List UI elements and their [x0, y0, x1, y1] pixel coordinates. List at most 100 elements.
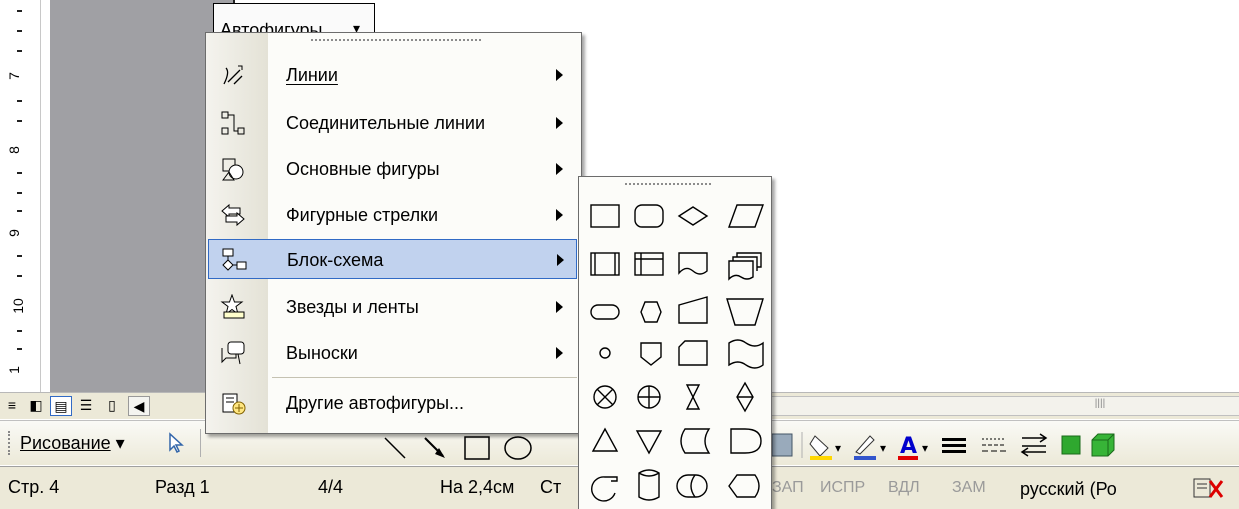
- status-line: Ст: [540, 477, 562, 497]
- line-color-icon: [855, 435, 875, 455]
- status-language[interactable]: русский (Ро: [1020, 479, 1117, 500]
- select-objects-icon[interactable]: [164, 431, 188, 455]
- flowchart-card-icon: [678, 340, 708, 366]
- spelling-status-icon[interactable]: [1192, 475, 1228, 501]
- oval-tool-icon: [504, 436, 532, 460]
- arrow-style-icon: [1020, 433, 1048, 457]
- callouts-icon: [220, 340, 246, 366]
- ruler-tick: [17, 172, 22, 174]
- connectors-icon: [220, 110, 246, 136]
- flowchart-sequential-access-storage-icon: [591, 476, 618, 502]
- scroll-thumb[interactable]: ||||: [1085, 398, 1115, 412]
- print-layout-icon[interactable]: ▤: [50, 396, 72, 416]
- svg-text:▾: ▾: [835, 441, 841, 455]
- outline-view-icon[interactable]: ☰: [76, 396, 96, 414]
- flowchart-shapes-grid: [590, 204, 764, 502]
- reading-layout-icon[interactable]: ▯: [102, 396, 122, 414]
- ruler-tick: [17, 30, 22, 32]
- menu-item-basic-shapes[interactable]: Основные фигуры: [208, 149, 577, 189]
- horizontal-scrollbar[interactable]: [770, 396, 1239, 416]
- status-position: На 2,4см: [440, 477, 515, 497]
- ruler-tick: [17, 210, 22, 212]
- menu-item-label: Другие автофигуры...: [286, 393, 465, 413]
- toolbar-separator: [200, 429, 201, 457]
- status-rec[interactable]: ЗАП: [772, 479, 804, 497]
- clipart-icon: [771, 433, 793, 457]
- ruler-tick: [17, 275, 22, 277]
- status-ovr[interactable]: ЗАМ: [952, 479, 986, 497]
- menu-item-callouts[interactable]: Выноски: [208, 333, 577, 373]
- submenu-arrow-icon: [556, 301, 563, 313]
- normal-view-icon[interactable]: ≡: [2, 396, 22, 414]
- menu-item-label: Соединительные линии: [286, 113, 486, 133]
- menu-item-lines[interactable]: Линии: [208, 55, 577, 95]
- ruler-tick: [17, 10, 22, 12]
- status-ext[interactable]: ВДЛ: [888, 479, 920, 497]
- flowchart-preparation-icon: [640, 301, 662, 323]
- menu-grip[interactable]: [311, 39, 481, 44]
- flowchart-magnetic-disk-icon: [638, 469, 660, 501]
- menu-item-label: Основные фигуры: [286, 159, 440, 179]
- flowchart-data-icon: [728, 204, 764, 228]
- vertical-ruler: 7 8 9 10 1: [0, 0, 41, 392]
- ruler-number: 10: [9, 298, 26, 314]
- menu-item-label: Выноски: [286, 343, 358, 363]
- flowchart-manual-input-icon: [678, 296, 708, 324]
- font-color-icon: A: [900, 434, 917, 459]
- submenu-arrow-icon: [556, 163, 563, 175]
- block-arrows-icon: [220, 202, 246, 228]
- flowchart-document-icon: [678, 252, 708, 275]
- scroll-left-button[interactable]: ◀: [128, 396, 150, 416]
- status-section: Разд 1: [155, 477, 210, 497]
- flowchart-direct-access-storage-icon: [676, 474, 708, 498]
- status-trk[interactable]: ИСПР: [820, 479, 865, 497]
- submenu-arrow-icon: [556, 117, 563, 129]
- drawing-tools-right: ▾ ▾ A ▾: [771, 432, 1115, 460]
- menu-item-more-autoshapes[interactable]: Другие автофигуры...: [208, 383, 577, 423]
- ruler-number: 7: [5, 72, 22, 80]
- flowchart-punched-tape-icon: [728, 339, 764, 369]
- more-autoshapes-icon: [220, 390, 246, 416]
- menu-item-stars-banners[interactable]: Звезды и ленты: [208, 287, 577, 327]
- flowchart-merge-icon: [635, 430, 663, 455]
- flowchart-manual-operation-icon: [726, 298, 764, 326]
- autoshapes-menu: Линии Соединительные линии Основные фигу…: [205, 32, 582, 434]
- lines-icon: [220, 62, 246, 88]
- status-page-count: 4/4: [318, 477, 344, 497]
- menu-item-label: Звезды и ленты: [286, 297, 419, 317]
- menu-item-label: Блок-схема: [287, 250, 384, 270]
- toolbar-grip[interactable]: [8, 431, 13, 455]
- flowchart-multidocument-icon: [728, 252, 762, 281]
- web-layout-icon[interactable]: ◧: [26, 396, 46, 414]
- flowchart-off-page-connector-icon: [640, 342, 662, 366]
- ruler-number: 1: [5, 366, 22, 374]
- line-style-icon: [942, 438, 966, 441]
- svg-text:▾: ▾: [922, 441, 928, 455]
- flowchart-extract-icon: [591, 427, 619, 452]
- svg-text:▾: ▾: [880, 441, 886, 455]
- flowchart-stored-data-icon: [680, 428, 711, 454]
- ruler-number: 9: [5, 229, 22, 237]
- menu-item-block-arrows[interactable]: Фигурные стрелки: [208, 195, 577, 235]
- shadow-style-icon: [1061, 435, 1081, 455]
- flowchart-internal-storage-icon: [634, 252, 664, 276]
- status-page: Стр. 4: [8, 477, 60, 497]
- flowchart-alternate-process-icon: [634, 204, 664, 228]
- ruler-number: 8: [5, 146, 22, 154]
- flowchart-icon: [221, 247, 247, 273]
- stars-banners-icon: [220, 293, 246, 320]
- flowchart-sort-icon: [736, 381, 754, 413]
- ruler-tick: [17, 120, 22, 122]
- ruler-tick: [17, 255, 22, 257]
- line-tool-icon: [384, 437, 406, 459]
- menu-item-connectors[interactable]: Соединительные линии: [208, 103, 577, 143]
- fill-color-icon: [809, 435, 829, 457]
- ruler-tick: [17, 330, 22, 332]
- flowchart-process-icon: [590, 204, 620, 228]
- ruler-tick: [17, 192, 22, 194]
- flowchart-terminator-icon: [590, 304, 620, 320]
- rectangle-tool-icon: [464, 436, 490, 460]
- draw-menu-button[interactable]: Рисование ▾: [20, 431, 125, 455]
- menu-item-label: Фигурные стрелки: [286, 205, 439, 225]
- menu-item-flowchart[interactable]: Блок-схема: [208, 239, 577, 279]
